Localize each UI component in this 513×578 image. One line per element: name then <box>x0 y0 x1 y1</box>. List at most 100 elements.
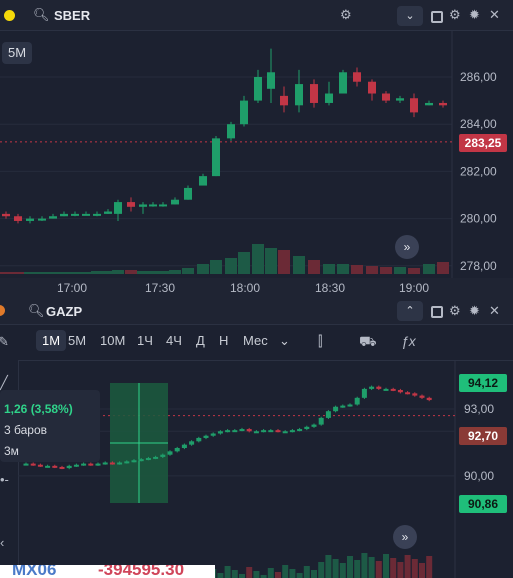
candle <box>30 463 36 466</box>
volume-bar <box>308 260 320 274</box>
interval-4[interactable]: 4Ч <box>166 333 182 348</box>
ruler-icon[interactable]: ╱ <box>0 376 8 390</box>
candle <box>124 461 130 464</box>
volume-bar <box>253 571 260 578</box>
candle <box>181 444 187 449</box>
settings-icon[interactable]: ⚙ <box>449 8 461 22</box>
settings-icon[interactable]: ⚙ <box>449 304 461 318</box>
pencil-icon[interactable]: ✎ <box>0 335 9 349</box>
volume-bar <box>157 271 169 274</box>
function-icon[interactable]: ƒx <box>401 334 416 348</box>
time-tick-label: 17:30 <box>145 281 175 295</box>
volume-bar <box>366 266 378 274</box>
candle <box>109 462 115 465</box>
candle <box>45 465 51 468</box>
scroll-latest-button[interactable]: » <box>395 235 419 259</box>
volume-bar <box>368 557 375 578</box>
time-tick-label: 19:00 <box>399 281 429 295</box>
candle <box>425 102 433 106</box>
candle <box>289 430 295 433</box>
candle <box>184 187 192 200</box>
volume-bar <box>58 272 70 274</box>
candle <box>95 463 101 466</box>
ticker-symbol[interactable]: MX06 <box>12 565 56 578</box>
candle <box>419 395 425 398</box>
price-tick-label: 280,00 <box>460 212 497 226</box>
chevron-down-icon[interactable]: ⌄ <box>279 333 290 349</box>
volume-bar <box>303 566 310 578</box>
candle <box>2 213 10 217</box>
interval-0[interactable]: 1M <box>36 330 67 351</box>
candle <box>267 72 275 89</box>
candle <box>397 390 403 393</box>
candle <box>310 84 318 103</box>
price-tick-label: 284,00 <box>460 117 497 131</box>
candle <box>117 462 123 465</box>
candle <box>383 388 389 391</box>
candle <box>311 424 317 427</box>
scroll-latest-button[interactable]: » <box>393 525 417 549</box>
close-icon[interactable]: ✕ <box>489 8 500 22</box>
interval-2[interactable]: 10M <box>100 333 125 348</box>
search-icon[interactable]: 🔍︎ <box>28 304 45 318</box>
volume-bar <box>332 559 339 578</box>
symbol-label[interactable]: GAZP <box>46 304 82 319</box>
bug-icon[interactable]: ✹ <box>469 8 480 22</box>
volume-bar <box>112 270 124 274</box>
interval-3[interactable]: 1Ч <box>137 333 153 348</box>
candle <box>217 431 223 434</box>
volume-bar <box>275 572 281 578</box>
candle <box>71 213 79 216</box>
candle <box>93 213 101 216</box>
volume-bar <box>12 272 24 274</box>
candle <box>232 430 238 433</box>
cart-icon[interactable]: ⛟ <box>359 334 377 348</box>
measure-bars: 3 баров <box>4 423 48 437</box>
interval-5[interactable]: Д <box>196 333 205 348</box>
node-icon[interactable]: •- <box>0 473 9 487</box>
sber-panel: 🔍︎ SBER ⚙ ⌄ ⚙ ✹ ✕ 5M 286,00 284,00 282,00 2… <box>0 0 513 278</box>
close-icon[interactable]: ✕ <box>489 304 500 318</box>
interval-6[interactable]: Н <box>219 333 228 348</box>
interval-7[interactable]: Мес <box>243 333 268 348</box>
current-price-label: 283,25 <box>459 134 507 152</box>
volume-bar <box>246 567 253 578</box>
gear-icon[interactable]: ⚙ <box>340 8 352 22</box>
volume-bar <box>182 268 194 274</box>
symbol-label[interactable]: SBER <box>54 8 90 23</box>
sber-time-axis: 17:00 17:30 18:00 18:30 19:00 <box>57 281 429 295</box>
ticker-strip: MX06 -394595.30 <box>0 565 215 578</box>
volume-bar <box>24 272 36 274</box>
candle <box>390 388 396 391</box>
search-icon[interactable]: 🔍︎ <box>33 8 50 22</box>
interval-1[interactable]: 5M <box>68 333 86 348</box>
volume-bar <box>239 574 245 578</box>
candle <box>304 426 310 430</box>
status-dot <box>4 10 15 21</box>
candle <box>268 430 274 433</box>
maximize-icon[interactable] <box>431 306 443 318</box>
volume-bar <box>36 272 48 274</box>
candle <box>340 405 346 408</box>
candle <box>361 388 367 398</box>
chevron-down-button[interactable]: ⌄ <box>397 6 423 26</box>
collapse-icon[interactable]: ‹ <box>0 536 4 550</box>
chevron-up-button[interactable]: ⌃ <box>397 301 423 321</box>
price-tick-label: 93,00 <box>464 402 494 416</box>
maximize-icon[interactable] <box>431 11 443 23</box>
volume-bar <box>437 262 449 274</box>
price-tick-label: 282,00 <box>460 164 497 178</box>
candle <box>14 216 22 221</box>
candle <box>382 93 390 101</box>
volume-bar <box>325 555 332 578</box>
volume-bar <box>354 560 361 578</box>
volume-bar <box>80 272 92 274</box>
candle <box>37 464 43 467</box>
bug-icon[interactable]: ✹ <box>469 304 480 318</box>
volume-bar <box>426 556 433 578</box>
candle <box>174 448 180 452</box>
volume-bar <box>282 565 289 578</box>
sber-chart[interactable]: 286,00 284,00 282,00 280,00 278,00 <box>0 30 513 278</box>
candles-icon[interactable]: ⫿ <box>318 334 322 348</box>
candle <box>239 429 245 432</box>
